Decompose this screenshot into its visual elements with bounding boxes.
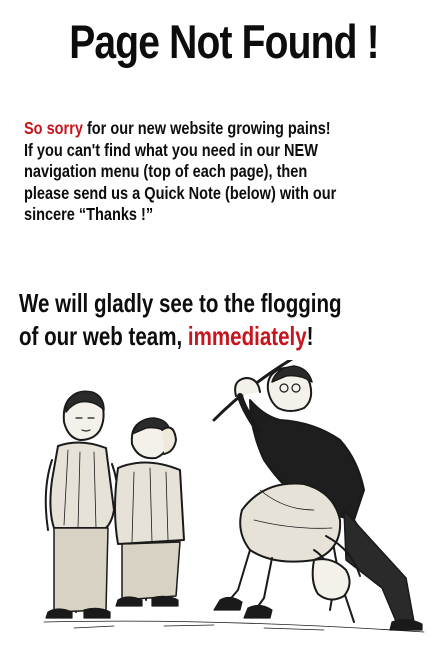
apology-line-5: sincere “Thanks !” xyxy=(24,204,154,224)
promise-immediately: immediately xyxy=(187,321,307,351)
promise-line-2-start: of our web team, xyxy=(19,321,188,351)
page-title: Page Not Found ! xyxy=(69,15,379,68)
promise-line-2-end: ! xyxy=(306,321,314,351)
ground-hatching xyxy=(43,620,425,633)
flogging-illustration-svg xyxy=(43,360,425,633)
apology-line-4: please send us a Quick Note (below) with… xyxy=(24,182,337,203)
apology-line-2: If you can't find what you need in our N… xyxy=(24,139,318,160)
promise-line-2: of our web team, immediately! xyxy=(19,320,430,353)
apology-line-3: navigation menu (top of each page), then xyxy=(24,161,308,181)
boy-left-figure xyxy=(44,390,120,619)
apology-lead-red: So sorry xyxy=(24,118,83,138)
promise-line-1: We will gladly see to the flogging xyxy=(19,288,342,318)
apology-line-1-rest: for our new website growing pains! xyxy=(82,118,331,138)
promise-heading: We will gladly see to the flogging of ou… xyxy=(19,287,430,353)
apology-line-1: So sorry for our new website growing pai… xyxy=(24,118,413,140)
boy-crying-figure xyxy=(114,417,185,607)
flogging-illustration xyxy=(14,360,434,645)
apology-paragraph: So sorry for our new website growing pai… xyxy=(24,118,413,226)
